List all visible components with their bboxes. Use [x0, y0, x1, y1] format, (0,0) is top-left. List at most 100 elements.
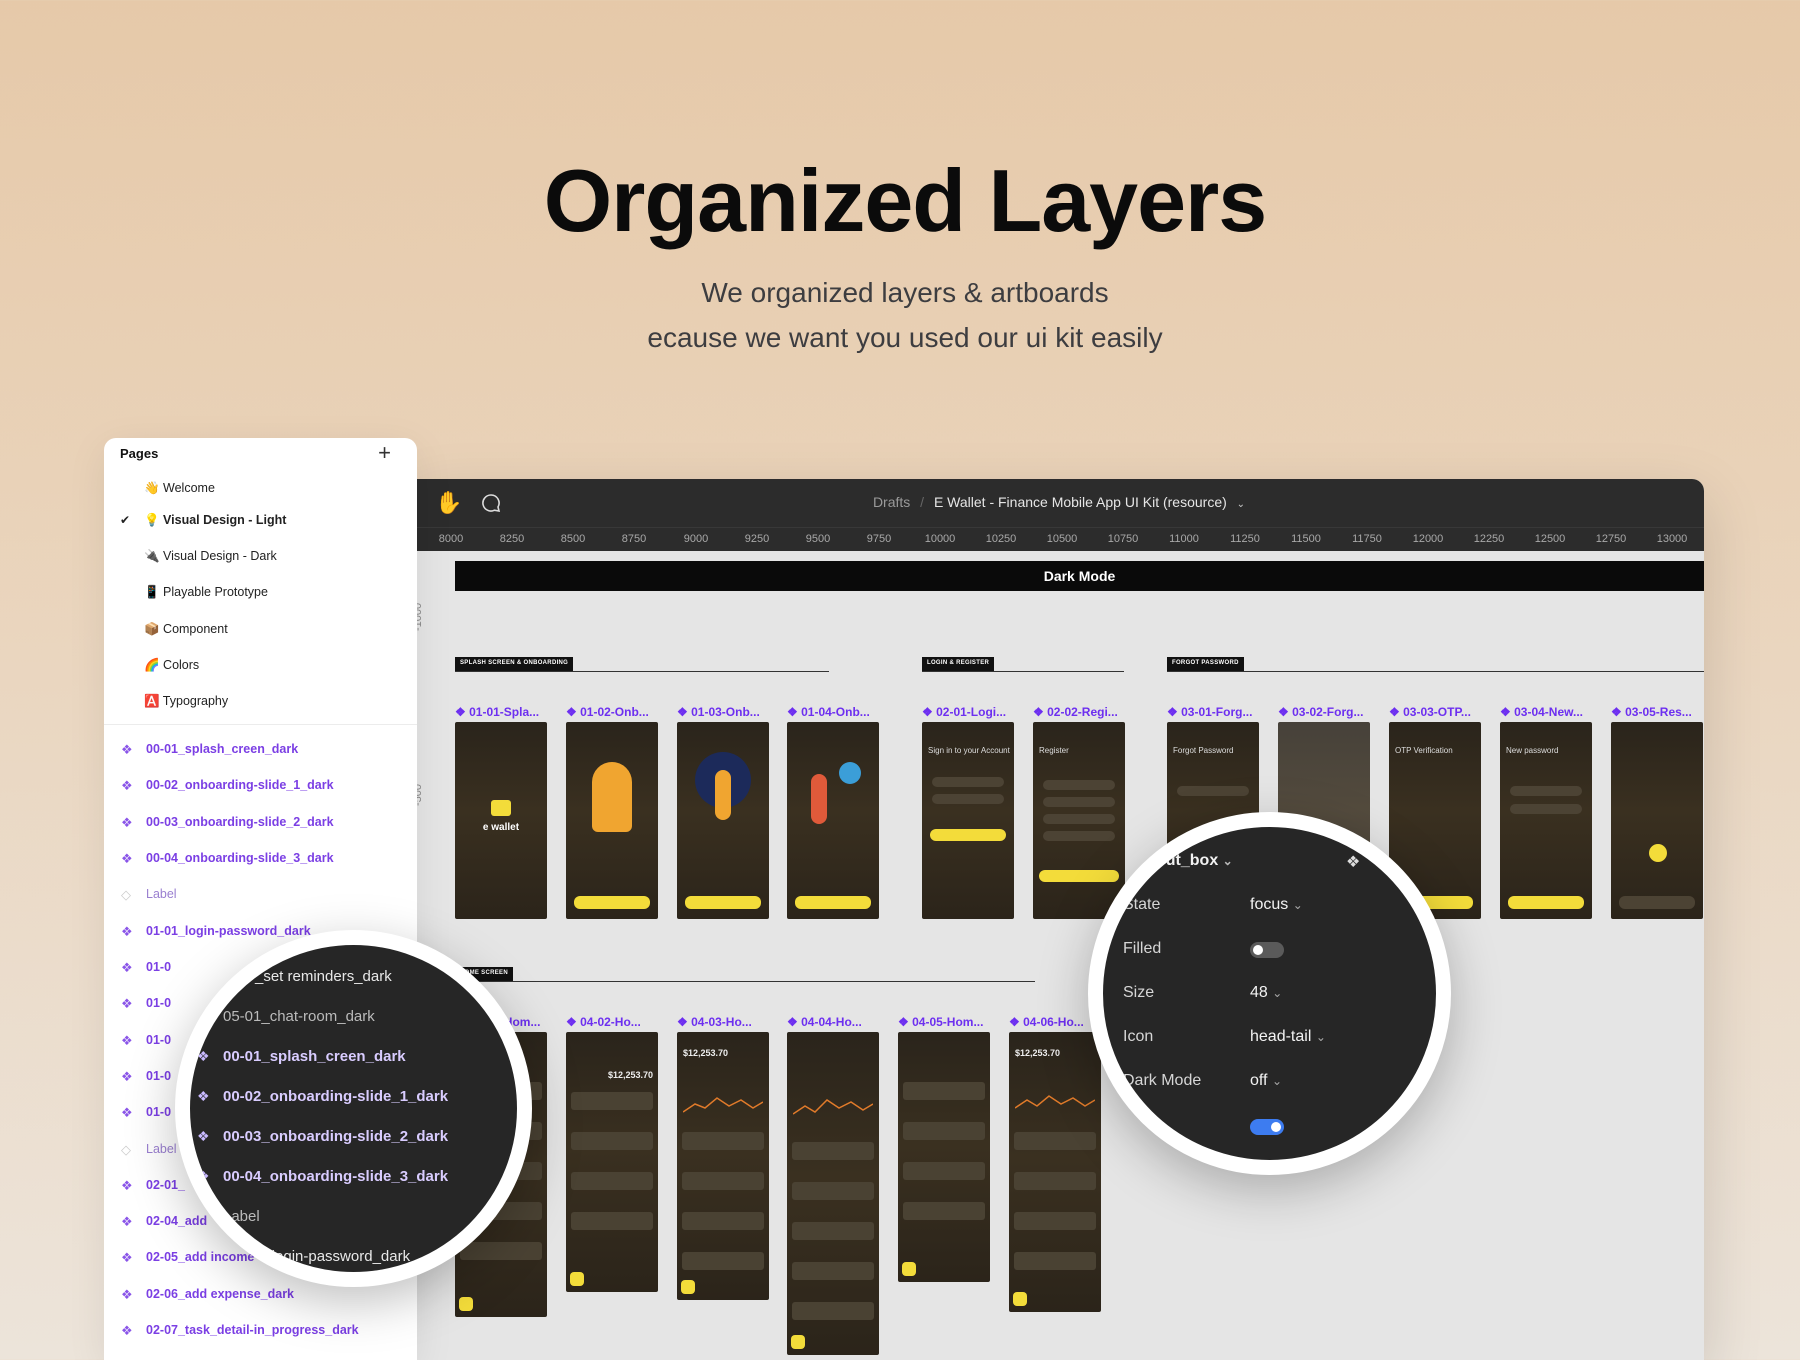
prop-icon-value[interactable]: head-tail ⌄: [1250, 1028, 1326, 1046]
register-frame[interactable]: Register: [1033, 722, 1125, 919]
layer-item[interactable]: 01-0: [146, 996, 171, 1010]
frame-label[interactable]: ❖ 03-05-Res...: [1611, 705, 1692, 719]
section-label[interactable]: LOGIN & REGISTER: [922, 657, 995, 671]
frame-label[interactable]: ❖ 02-02-Regi...: [1033, 705, 1118, 719]
filled-toggle[interactable]: [1250, 942, 1284, 958]
mag-layer-item[interactable]: 00-01_splash_creen_dark: [223, 1048, 406, 1065]
frame-label[interactable]: ❖ 03-03-OTP...: [1389, 705, 1471, 719]
ruler-tick: 12250: [1473, 533, 1505, 545]
frame-label[interactable]: ❖ 04-03-Ho...: [677, 1015, 752, 1029]
page-item-visual-design-dark[interactable]: 🔌 Visual Design - Dark: [144, 549, 277, 564]
section-divider: [922, 671, 1124, 672]
home-frame[interactable]: [898, 1032, 990, 1282]
input-bar: [1510, 804, 1582, 814]
layer-item-label[interactable]: Label: [146, 1142, 177, 1156]
prop-key: State: [1123, 896, 1161, 913]
boolean-toggle[interactable]: [1250, 1119, 1284, 1135]
ruler-tick: 10000: [924, 533, 956, 545]
file-name[interactable]: E Wallet - Finance Mobile App UI Kit (re…: [934, 494, 1227, 510]
layer-item[interactable]: 00-04_onboarding-slide_3_dark: [146, 851, 334, 865]
breadcrumb-parent[interactable]: Drafts: [873, 494, 910, 510]
frame-label[interactable]: ❖ 01-04-Onb...: [787, 705, 870, 719]
frame-label[interactable]: ❖ 01-02-Onb...: [566, 705, 649, 719]
layer-item[interactable]: 01-0: [146, 1033, 171, 1047]
page-item-playable-prototype[interactable]: 📱 Playable Prototype: [144, 585, 268, 600]
frame-label[interactable]: ❖ 04-02-Ho...: [566, 1015, 641, 1029]
layer-item-label[interactable]: Label: [146, 887, 177, 901]
onboarding-figure: [811, 774, 827, 824]
frame-label[interactable]: ❖ 04-04-Ho...: [787, 1015, 862, 1029]
frame-label[interactable]: ❖ 04-05-Hom...: [898, 1015, 983, 1029]
layer-item[interactable]: 02-05_add income: [146, 1250, 254, 1264]
home-frame[interactable]: $12,253.70: [677, 1032, 769, 1300]
component-icon: ❖: [121, 960, 133, 975]
onboarding-frame[interactable]: [677, 722, 769, 919]
layer-item[interactable]: 02-06_add expense_dark: [146, 1287, 294, 1301]
chevron-down-icon[interactable]: ⌄: [1316, 1030, 1326, 1044]
chevron-down-icon[interactable]: ⌄: [1272, 1074, 1282, 1088]
chevron-down-icon[interactable]: ⌄: [1293, 898, 1303, 912]
component-icon: ❖: [121, 1250, 133, 1265]
onboarding-frame[interactable]: [787, 722, 879, 919]
splash-frame[interactable]: e wallet: [455, 722, 547, 919]
ruler-tick: 11000: [1169, 533, 1199, 545]
input-bar: [1510, 786, 1582, 796]
layer-item[interactable]: 01-0: [146, 1105, 171, 1119]
new-password-frame[interactable]: New password: [1500, 722, 1592, 919]
layer-item[interactable]: 01-0: [146, 960, 171, 974]
mag-layer-item[interactable]: 1_login-password_dark: [255, 1248, 410, 1265]
properties-magnifier: put_box ⌄ ❖ State focus ⌄ Filled Size 48…: [1088, 812, 1451, 1175]
chevron-down-icon[interactable]: ⌄: [1272, 986, 1282, 1000]
section-divider: [455, 671, 829, 672]
mag-layer-item[interactable]: 00-04_onboarding-slide_3_dark: [223, 1168, 448, 1185]
layer-item[interactable]: 00-02_onboarding-slide_1_dark: [146, 778, 334, 792]
figma-window: ✋ Drafts / E Wallet - Finance Mobile App…: [414, 479, 1704, 1360]
layer-item[interactable]: 02-04_add: [146, 1214, 207, 1228]
home-frame[interactable]: [787, 1032, 879, 1355]
component-icon: ❖: [121, 851, 133, 866]
layer-item[interactable]: 00-01_splash_creen_dark: [146, 742, 298, 756]
page-item-welcome[interactable]: 👋 Welcome: [144, 481, 215, 496]
dark-mode-banner[interactable]: Dark Mode: [455, 561, 1704, 591]
mag-layer-item[interactable]: 05-01_chat-room_dark: [223, 1008, 375, 1025]
component-name[interactable]: put_box ⌄: [1156, 852, 1233, 870]
ruler-tick: 10750: [1107, 533, 1139, 545]
layer-item[interactable]: 02-01_: [146, 1178, 185, 1192]
plus-icon[interactable]: +: [378, 440, 391, 466]
frame-label[interactable]: ❖ 03-01-Forg...: [1167, 705, 1252, 719]
mag-layer-item[interactable]: 00-02_onboarding-slide_1_dark: [223, 1088, 448, 1105]
section-label[interactable]: SPLASH SCREEN & ONBOARDING: [455, 657, 574, 671]
onboarding-figure: [715, 770, 731, 820]
prop-state-value[interactable]: focus ⌄: [1250, 896, 1303, 914]
frame-label[interactable]: ❖ 01-03-Onb...: [677, 705, 760, 719]
mag-layer-item-label[interactable]: Label: [223, 1208, 260, 1225]
section-label[interactable]: FORGOT PASSWORD: [1167, 657, 1244, 671]
home-frame[interactable]: $12,253.70: [1009, 1032, 1101, 1312]
page-item-colors[interactable]: 🌈 Colors: [144, 658, 199, 673]
frame-label[interactable]: ❖ 01-01-Spla...: [455, 705, 539, 719]
home-frame[interactable]: $12,253.70: [566, 1032, 658, 1292]
frame-label[interactable]: ❖ 03-04-New...: [1500, 705, 1583, 719]
reset-success-frame[interactable]: [1611, 722, 1703, 919]
page-item-component[interactable]: 📦 Component: [144, 622, 228, 637]
frame-label[interactable]: ❖ 04-06-Ho...: [1009, 1015, 1084, 1029]
page-item-visual-design-light[interactable]: 💡 Visual Design - Light: [144, 513, 286, 528]
onboarding-illustration: [592, 762, 632, 832]
prop-size-value[interactable]: 48 ⌄: [1250, 984, 1282, 1002]
layer-item[interactable]: 01-01_login-password_dark: [146, 924, 311, 938]
frame-label[interactable]: ❖ 03-02-Forg...: [1278, 705, 1363, 719]
login-frame[interactable]: Sign in to your Account: [922, 722, 1014, 919]
page-item-typography[interactable]: 🅰️ Typography: [144, 694, 228, 709]
onboarding-frame[interactable]: [566, 722, 658, 919]
chevron-down-icon[interactable]: ⌄: [1223, 854, 1233, 868]
frame-label[interactable]: ❖ 02-01-Logi...: [922, 705, 1006, 719]
component-icon: ❖: [121, 1069, 133, 1084]
mag-layer-item[interactable]: _set reminders_dark: [255, 968, 392, 985]
layer-item[interactable]: 02-07_task_detail-in_progress_dark: [146, 1323, 359, 1337]
layer-item[interactable]: 01-0: [146, 1069, 171, 1083]
chevron-down-icon[interactable]: ⌄: [1237, 499, 1245, 510]
component-icon: ❖: [197, 1048, 210, 1064]
prop-dark-mode-value[interactable]: off ⌄: [1250, 1072, 1282, 1090]
layer-item[interactable]: 00-03_onboarding-slide_2_dark: [146, 815, 334, 829]
mag-layer-item[interactable]: 00-03_onboarding-slide_2_dark: [223, 1128, 448, 1145]
